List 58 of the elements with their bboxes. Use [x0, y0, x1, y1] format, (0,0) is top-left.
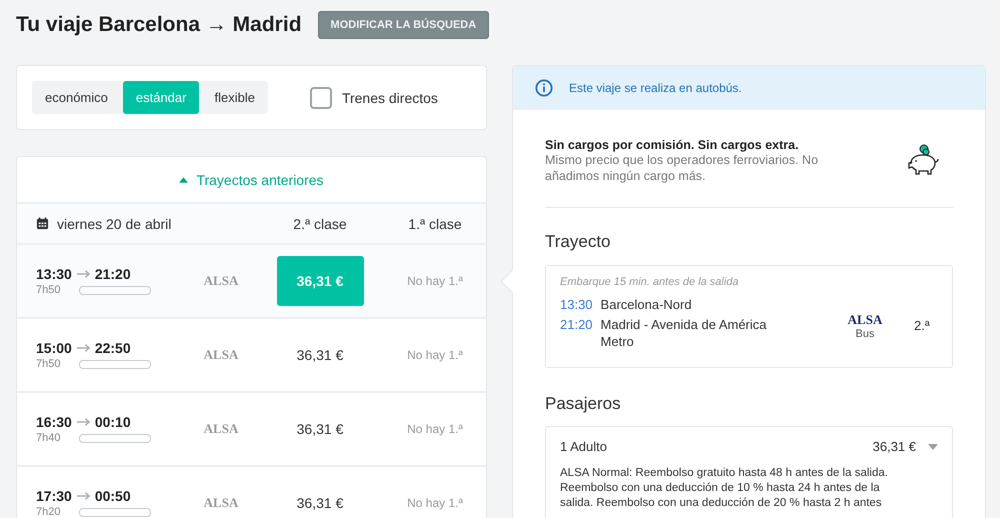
passenger-label: 1 Adulto: [560, 439, 607, 454]
trip-row[interactable]: 13:30 21:20 7h50 ALSA 36,31 € No hay 1.ª: [17, 245, 486, 319]
passenger-price: 36,31 €: [872, 439, 916, 454]
section-heading: Pasajeros: [545, 394, 622, 414]
arrival-time: 21:20: [94, 266, 131, 282]
arrow-icon: [76, 269, 91, 279]
refund-policy-text: ALSA Normal: Reembolso gratuito hasta 48 h antes de la salida. Reembolso con una deducción de 10 % hasta 24 h antes de la salida. Reembolso con una deducción de 20 % hasta 2 h antes: [560, 466, 889, 511]
unavailable-label: No hay 1.ª: [406, 422, 464, 436]
departure-time: 13:30: [36, 266, 72, 282]
operator-logo: ALSA: [202, 421, 240, 437]
operator-logo: ALSA: [202, 347, 240, 363]
arrow-icon: [76, 343, 91, 353]
column-header: 1.ª clase: [407, 216, 463, 232]
duration: 7h50: [36, 358, 62, 370]
price[interactable]: 36,31 €: [296, 347, 344, 363]
caret-icon[interactable]: [928, 444, 938, 450]
duration: 7h50: [36, 284, 62, 296]
duration: 7h20: [36, 506, 62, 518]
arrival-time: 00:50: [94, 488, 131, 504]
departure-time: 16:30: [36, 414, 72, 430]
duration-bar: [79, 360, 151, 368]
departure-time: 15:00: [36, 340, 72, 356]
operator-logo: ALSA: [202, 273, 240, 289]
stop-time: 21:20: [560, 317, 593, 334]
info-icon: [535, 79, 553, 97]
operator-logo: ALSA: [848, 312, 882, 328]
checkbox[interactable]: [310, 86, 332, 108]
price[interactable]: 36,31 €: [296, 495, 344, 511]
stop-time: 13:30: [560, 296, 593, 314]
operator-logo: ALSA: [202, 495, 240, 511]
duration-bar: [79, 286, 151, 294]
fees-description: Mismo precio que los operadores ferroviarios. No añadimos ningún cargo más.: [545, 152, 820, 184]
arrow-icon: [76, 491, 91, 501]
boarding-note: Embarque 15 min. antes de la salida: [560, 276, 740, 288]
notice-text: Este viaje se realiza en autobús.: [569, 81, 742, 95]
unavailable-label: No hay 1.ª: [406, 274, 464, 288]
price[interactable]: 36,31 €: [296, 421, 344, 437]
duration: 7h40: [36, 432, 62, 444]
date-label: viernes 20 de abril: [57, 216, 172, 232]
column-header: 2.ª clase: [292, 216, 348, 232]
transport-mode: Bus: [856, 328, 874, 340]
station-name: Madrid - Avenida de América Metro: [600, 317, 768, 352]
unavailable-label: No hay 1.ª: [406, 496, 464, 510]
arrival-time: 00:10: [94, 414, 131, 430]
duration-bar: [79, 508, 151, 516]
section-heading: Trayecto: [545, 232, 612, 252]
travel-class: 2.ª: [914, 318, 930, 334]
station-name: Barcelona-Nord: [600, 296, 693, 314]
arrival-time: 22:50: [94, 340, 131, 356]
caret-up-icon: [179, 176, 188, 182]
departure-time: 17:30: [36, 488, 72, 504]
duration-bar: [79, 434, 151, 442]
page-title: Tu viaje Barcelona → Madrid: [16, 13, 302, 37]
arrow-icon: [76, 417, 91, 427]
checkbox-label: Trenes directos: [342, 90, 438, 106]
calendar-icon: [36, 217, 49, 230]
unavailable-label: No hay 1.ª: [406, 348, 464, 362]
fees-title: Sin cargos por comisión. Sin cargos extra.: [545, 138, 800, 152]
